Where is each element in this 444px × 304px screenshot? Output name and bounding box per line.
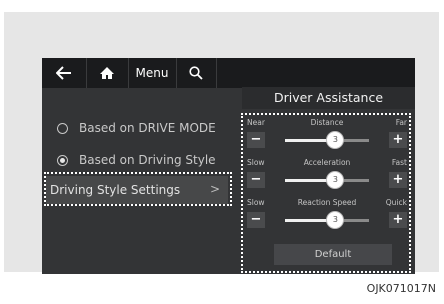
option-drive-mode-label: Based on DRIVE MODE [79,121,216,135]
radio-unselected-icon [57,122,68,134]
highlight-style-settings [44,172,232,206]
search-icon [189,66,203,80]
back-button[interactable] [42,58,87,88]
back-arrow-icon [56,66,71,80]
radio-selected-icon [57,154,68,166]
search-button[interactable] [176,58,217,88]
figure-frame: Menu Driver Assistance Based on DRIVE MO… [4,12,439,274]
highlight-sliders [241,113,411,273]
option-drive-mode[interactable]: Based on DRIVE MODE [42,114,234,142]
home-icon [100,67,114,79]
menu-button[interactable]: Menu [128,58,177,88]
top-bar: Menu [42,58,415,88]
figure-code: OJK071017N [366,282,436,295]
infotainment-screen: Menu Driver Assistance Based on DRIVE MO… [42,58,415,274]
option-driving-style-label: Based on Driving Style [79,153,216,167]
panel-title: Driver Assistance [242,87,415,109]
option-driving-style[interactable]: Based on Driving Style [42,146,234,174]
home-button[interactable] [86,58,129,88]
